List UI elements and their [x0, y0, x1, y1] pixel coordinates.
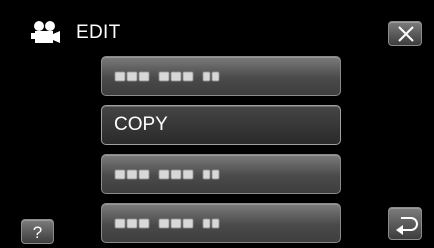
- movie-camera-icon: [31, 21, 60, 43]
- menu-item-1[interactable]: [101, 56, 341, 96]
- obscured-label: [115, 170, 227, 180]
- menu-item-4[interactable]: [101, 203, 341, 243]
- obscured-label: [115, 219, 227, 229]
- close-button[interactable]: [388, 21, 422, 46]
- menu-item-label: COPY: [114, 114, 168, 135]
- back-button[interactable]: [388, 207, 422, 240]
- help-label: ?: [32, 223, 43, 242]
- menu-item-3[interactable]: [101, 154, 341, 194]
- return-icon: [396, 217, 418, 235]
- close-icon: [398, 26, 414, 42]
- menu-item-copy[interactable]: COPY: [101, 105, 341, 145]
- page-title: EDIT: [76, 22, 121, 43]
- header: EDIT: [0, 0, 434, 60]
- obscured-label: [115, 72, 227, 82]
- camera-menu-screen: EDIT COPY ?: [0, 0, 434, 248]
- help-button[interactable]: ?: [21, 219, 54, 244]
